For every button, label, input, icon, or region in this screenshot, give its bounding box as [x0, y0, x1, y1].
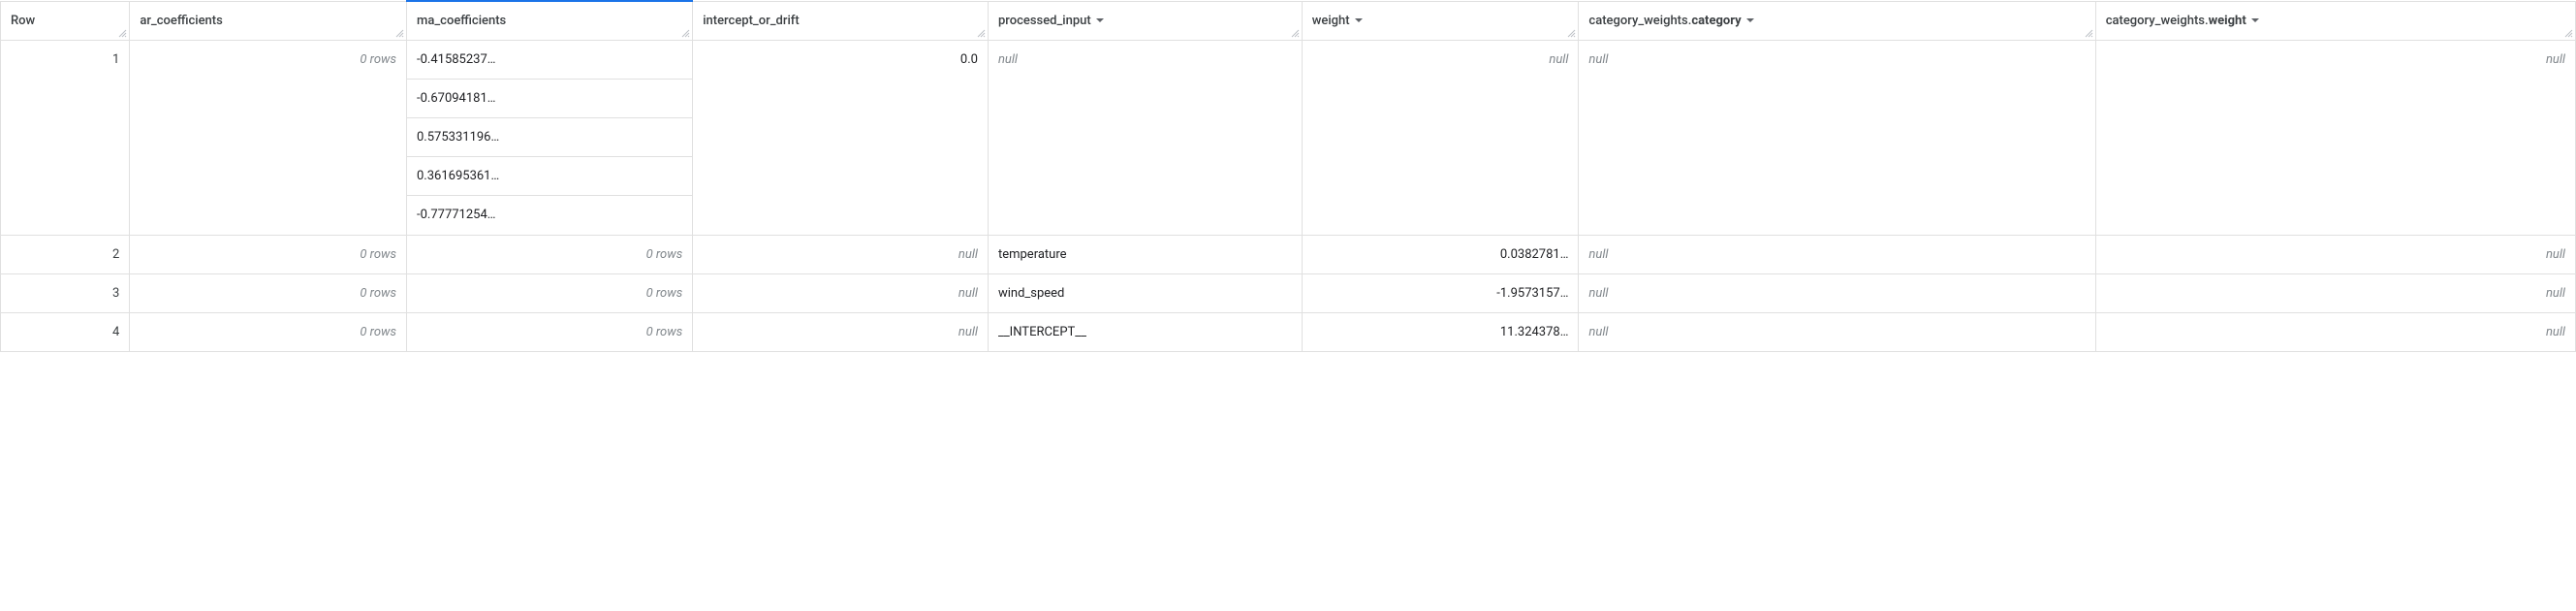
resize-handle-icon[interactable]: [1566, 28, 1576, 38]
col-header-label: category_weights.weight: [2106, 14, 2246, 28]
cell-category-weights-category: null: [1579, 273, 2095, 312]
dropdown-icon[interactable]: [1745, 16, 1755, 25]
col-header-label: weight: [1312, 14, 1350, 28]
cell-ma-coefficients: 0 rows: [407, 273, 693, 312]
col-header-ma-coefficients[interactable]: ma_coefficients: [407, 1, 693, 40]
col-header-label: intercept_or_drift: [703, 14, 799, 28]
nested-value: -0.41585237…: [407, 41, 692, 80]
cell-intercept-or-drift: null: [693, 235, 989, 273]
cell-ma-coefficients: 0 rows: [407, 312, 693, 351]
cell-category-weights-weight: null: [2095, 312, 2575, 351]
col-header-suffix: category: [1691, 14, 1741, 28]
col-header-row[interactable]: Row: [1, 1, 130, 40]
cell-category-weights-weight: null: [2095, 235, 2575, 273]
header-row: Row ar_coefficients ma_coefficients inte…: [1, 1, 2576, 40]
cell-category-weights-category: null: [1579, 312, 2095, 351]
col-header-category-weights-category[interactable]: category_weights.category: [1579, 1, 2095, 40]
cell-category-weights-category: null: [1579, 235, 2095, 273]
cell-row-number: 3: [1, 273, 130, 312]
cell-row-number: 4: [1, 312, 130, 351]
col-header-label: processed_input: [998, 14, 1091, 28]
col-header-intercept-or-drift[interactable]: intercept_or_drift: [693, 1, 989, 40]
resize-handle-icon[interactable]: [976, 28, 986, 38]
cell-ar-coefficients: 0 rows: [130, 273, 407, 312]
nested-value: 0.361695361…: [407, 157, 692, 196]
col-header-category-weights-weight[interactable]: category_weights.weight: [2095, 1, 2575, 40]
dropdown-icon[interactable]: [1095, 16, 1105, 25]
nested-value: -0.77771254…: [407, 196, 692, 235]
cell-category-weights-weight: null: [2095, 273, 2575, 312]
table-row: 2 0 rows 0 rows null temperature 0.03827…: [1, 235, 2576, 273]
results-table: Row ar_coefficients ma_coefficients inte…: [0, 0, 2576, 352]
results-table-wrap: Row ar_coefficients ma_coefficients inte…: [0, 0, 2576, 352]
cell-row-number: 1: [1, 40, 130, 235]
cell-category-weights-weight: null: [2095, 40, 2575, 235]
cell-ar-coefficients: 0 rows: [130, 235, 407, 273]
nested-value: -0.67094181…: [407, 80, 692, 118]
col-header-prefix: category_weights.: [1588, 14, 1691, 28]
col-header-ar-coefficients[interactable]: ar_coefficients: [130, 1, 407, 40]
cell-weight: null: [1302, 40, 1579, 235]
resize-handle-icon[interactable]: [2563, 28, 2573, 38]
cell-intercept-or-drift: null: [693, 312, 989, 351]
col-header-processed-input[interactable]: processed_input: [988, 1, 1302, 40]
table-row: 4 0 rows 0 rows null __INTERCEPT__ 11.32…: [1, 312, 2576, 351]
cell-category-weights-category: null: [1579, 40, 2095, 235]
dropdown-icon[interactable]: [1354, 16, 1364, 25]
cell-ar-coefficients: 0 rows: [130, 40, 407, 235]
cell-intercept-or-drift: 0.0: [693, 40, 989, 235]
nested-value: 0.575331196…: [407, 118, 692, 157]
cell-row-number: 2: [1, 235, 130, 273]
table-row: 3 0 rows 0 rows null wind_speed -1.95731…: [1, 273, 2576, 312]
col-header-prefix: category_weights.: [2106, 14, 2209, 28]
table-row: 1 0 rows -0.41585237… -0.67094181… 0.575…: [1, 40, 2576, 235]
cell-processed-input: __INTERCEPT__: [988, 312, 1302, 351]
cell-processed-input: null: [988, 40, 1302, 235]
cell-processed-input: wind_speed: [988, 273, 1302, 312]
col-header-weight[interactable]: weight: [1302, 1, 1579, 40]
resize-handle-icon[interactable]: [2084, 28, 2093, 38]
col-header-label: ma_coefficients: [417, 14, 506, 28]
col-header-label: category_weights.category: [1588, 14, 1741, 28]
cell-ma-coefficients: -0.41585237… -0.67094181… 0.575331196… 0…: [407, 40, 693, 235]
cell-weight: 0.0382781…: [1302, 235, 1579, 273]
dropdown-icon[interactable]: [2250, 16, 2260, 25]
cell-ar-coefficients: 0 rows: [130, 312, 407, 351]
col-header-suffix: weight: [2209, 14, 2246, 28]
resize-handle-icon[interactable]: [394, 28, 404, 38]
col-header-label: ar_coefficients: [140, 14, 223, 28]
cell-weight: -1.9573157…: [1302, 273, 1579, 312]
resize-handle-icon[interactable]: [1290, 28, 1300, 38]
resize-handle-icon[interactable]: [680, 28, 690, 38]
resize-handle-icon[interactable]: [117, 28, 127, 38]
cell-weight: 11.324378…: [1302, 312, 1579, 351]
cell-ma-coefficients: 0 rows: [407, 235, 693, 273]
cell-processed-input: temperature: [988, 235, 1302, 273]
nested-list: -0.41585237… -0.67094181… 0.575331196… 0…: [407, 41, 692, 235]
cell-intercept-or-drift: null: [693, 273, 989, 312]
col-header-label: Row: [11, 14, 35, 28]
